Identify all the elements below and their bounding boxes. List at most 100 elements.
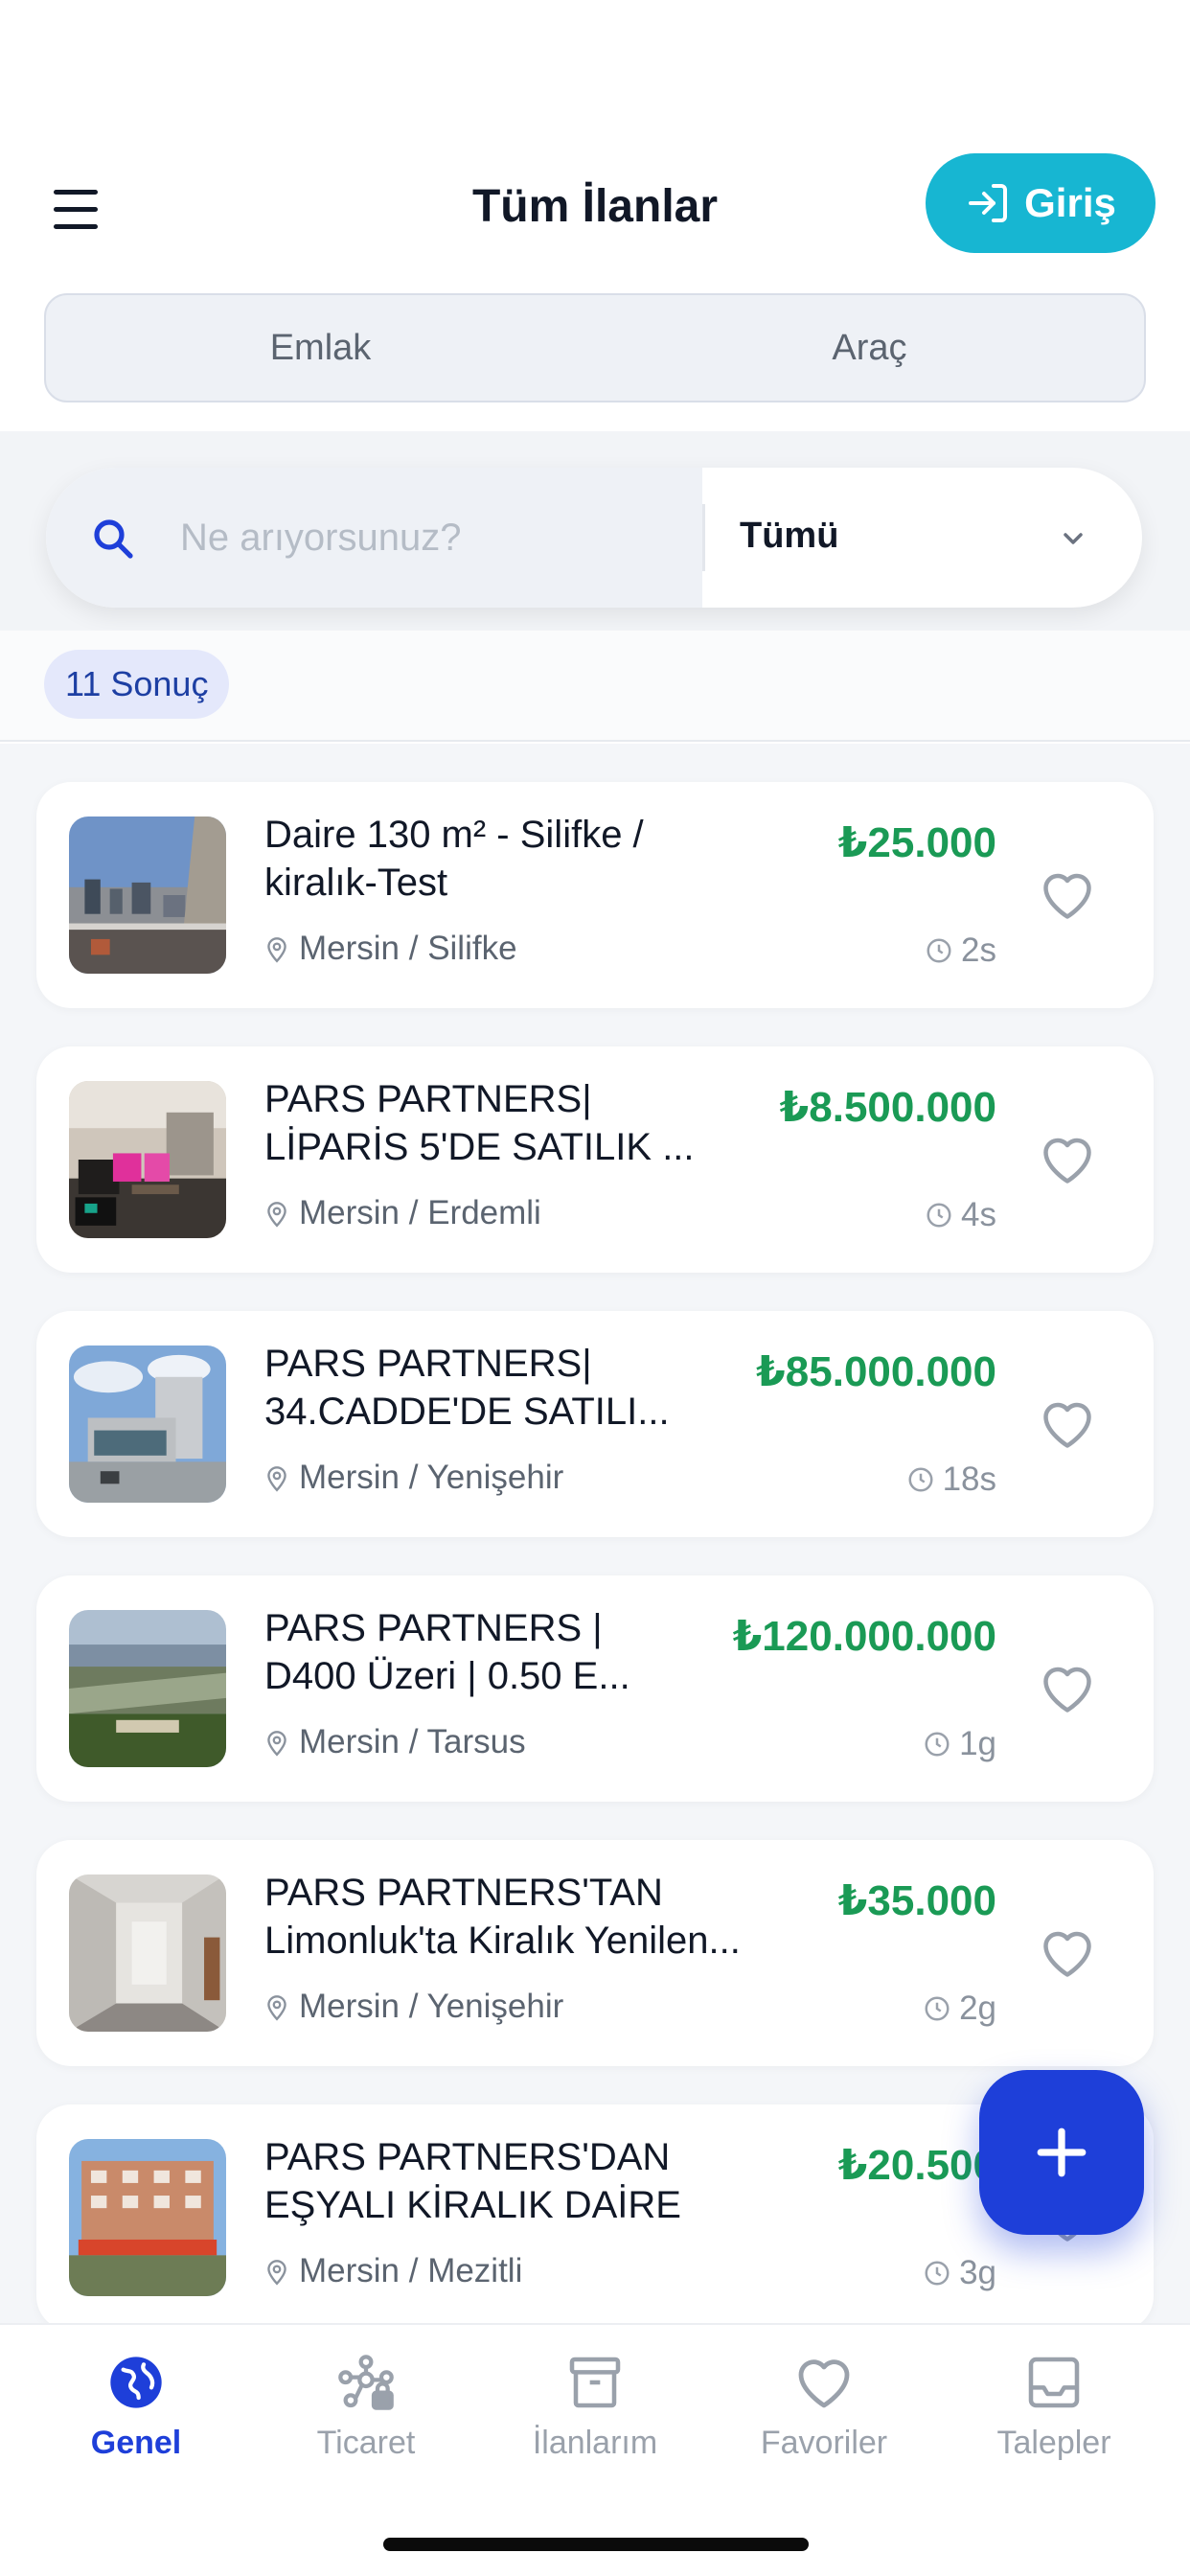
heart-icon[interactable] (1039, 1133, 1096, 1186)
listing-location-text: Mersin / Silifke (299, 930, 517, 967)
listing-card[interactable]: PARS PARTNERS| 34.CADDE'DE SATILI... ₺85… (36, 1311, 1154, 1537)
listing-time-text: 2s (961, 932, 996, 969)
location-pin-icon (267, 937, 286, 963)
listing-title: PARS PARTNERS | D400 Üzeri | 0.50 E... (264, 1604, 744, 1700)
filter-select[interactable]: Tümü (705, 468, 1142, 608)
listing-title: PARS PARTNERS| 34.CADDE'DE SATILI... (264, 1340, 744, 1436)
listing-time: 4s (925, 1196, 996, 1234)
sign-in-icon (969, 184, 1008, 222)
location-pin-icon (267, 1995, 286, 2021)
result-count-badge: 11 Sonuç (44, 650, 230, 719)
listing-location-text: Mersin / Mezitli (299, 2252, 523, 2289)
nav-item-favoriler[interactable]: Favoriler (709, 2352, 939, 2486)
category-switch: Emlak Araç (44, 293, 1146, 402)
listing-photo (69, 1346, 226, 1503)
listing-title: Daire 130 m² - Silifke / kiralık-Test (264, 811, 744, 907)
app-screen: Tüm İlanlar Giriş Emlak Araç Ne arıyorsu… (0, 0, 1190, 2576)
location-pin-icon (267, 2260, 286, 2286)
login-button[interactable]: Giriş (926, 153, 1156, 253)
listing-location: Mersin / Tarsus (264, 1723, 526, 1761)
heart-icon[interactable] (1039, 1662, 1096, 1715)
search-bar: Tümü (46, 468, 1142, 608)
listing-title-line1: PARS PARTNERS | (264, 1607, 603, 1649)
tab-emlak[interactable]: Emlak (46, 295, 595, 401)
listing-title-line1: PARS PARTNERS| (264, 1078, 592, 1120)
listing-photo (69, 1081, 226, 1238)
listing-price: ₺120.000.000 (732, 1613, 996, 1660)
nav-item-genel[interactable]: Genel (21, 2352, 251, 2486)
listing-card[interactable]: PARS PARTNERS'TAN Limonluk'ta Kiralık Ye… (36, 1840, 1154, 2066)
location-pin-icon (267, 1202, 286, 1228)
listing-time-text: 18s (942, 1460, 996, 1498)
listing-photo (69, 816, 226, 974)
listing-time-text: 1g (959, 1725, 996, 1762)
listing-time-text: 4s (961, 1196, 996, 1233)
listing-price: ₺8.500.000 (779, 1084, 996, 1131)
listing-time: 18s (906, 1460, 996, 1499)
listing-title-line2: kiralık-Test (264, 862, 448, 904)
clock-icon (908, 1467, 933, 1492)
listing-location: Mersin / Yenişehir (264, 1988, 563, 2026)
nav-item-ticaret[interactable]: Ticaret (251, 2352, 481, 2486)
location-pin-icon (267, 1731, 286, 1757)
search-icon (94, 519, 133, 559)
archive-box-icon (569, 2357, 621, 2408)
heart-icon[interactable] (1039, 868, 1096, 922)
listing-price: ₺35.000 (837, 1877, 996, 1924)
add-listing-button[interactable] (979, 2070, 1144, 2235)
network-lock-icon (338, 2355, 394, 2410)
clock-icon (927, 1203, 951, 1228)
app-header: Tüm İlanlar Giriş (0, 144, 1190, 268)
listing-price: ₺25.000 (837, 819, 996, 866)
clock-icon (925, 1732, 950, 1757)
listing-photo (69, 2139, 226, 2296)
heart-icon[interactable] (1039, 1926, 1096, 1980)
listing-time: 2g (923, 1990, 996, 2028)
login-label: Giriş (1024, 180, 1116, 225)
listing-location: Mersin / Erdemli (264, 1194, 541, 1232)
nav-label: Talepler (996, 2425, 1111, 2461)
listing-title-line1: PARS PARTNERS'DAN (264, 2136, 671, 2178)
search-input[interactable] (180, 504, 678, 571)
listing-card[interactable]: Daire 130 m² - Silifke / kiralık-Test ₺2… (36, 782, 1154, 1008)
heart-icon (798, 2359, 850, 2408)
results-bar: 11 Sonuç (0, 631, 1190, 742)
listing-price: ₺85.000.000 (756, 1348, 996, 1395)
listing-location: Mersin / Silifke (264, 930, 517, 968)
listing-location-text: Mersin / Erdemli (299, 1194, 541, 1231)
nav-label: Favoriler (760, 2425, 888, 2461)
listing-time-text: 2g (959, 1990, 996, 2027)
listing-title: PARS PARTNERS'DAN EŞYALI KİRALIK DAİRE (264, 2133, 744, 2229)
nav-item-ilanlarim[interactable]: İlanlarım (480, 2352, 710, 2486)
listing-title: PARS PARTNERS'TAN Limonluk'ta Kiralık Ye… (264, 1869, 744, 1965)
listing-photo (69, 1874, 226, 2032)
clock-icon (925, 2261, 950, 2286)
nav-label: Ticaret (316, 2425, 416, 2461)
listing-title: PARS PARTNERS| LİPARİS 5'DE SATILIK ... (264, 1075, 744, 1171)
listing-title-line1: Daire 130 m² - Silifke / (264, 814, 644, 856)
nav-item-talepler[interactable]: Talepler (939, 2352, 1169, 2486)
listing-title-line2: LİPARİS 5'DE SATILIK ... (264, 1126, 695, 1168)
listing-title-line2: 34.CADDE'DE SATILI... (264, 1391, 670, 1433)
listing-location: Mersin / Mezitli (264, 2252, 522, 2290)
listing-title-line1: PARS PARTNERS| (264, 1343, 592, 1385)
listing-card[interactable]: PARS PARTNERS | D400 Üzeri | 0.50 E... ₺… (36, 1576, 1154, 1802)
nav-label: İlanlarım (532, 2425, 658, 2461)
search-field (46, 468, 702, 608)
listing-card[interactable]: PARS PARTNERS| LİPARİS 5'DE SATILIK ... … (36, 1046, 1154, 1273)
location-pin-icon (267, 1466, 286, 1492)
listing-location-text: Mersin / Tarsus (299, 1723, 526, 1760)
listing-title-line2: Limonluk'ta Kiralık Yenilen... (264, 1920, 741, 1962)
listing-time-text: 3g (959, 2254, 996, 2291)
tab-arac[interactable]: Araç (595, 295, 1144, 401)
inbox-tray-icon (1028, 2357, 1080, 2408)
home-indicator (383, 2538, 809, 2551)
listing-location-text: Mersin / Yenişehir (299, 1988, 564, 2025)
nav-label: Genel (90, 2425, 182, 2461)
listing-price: ₺20.500 (837, 2142, 996, 2189)
heart-icon[interactable] (1039, 1397, 1096, 1451)
chevron-down-icon (1064, 533, 1083, 544)
listing-time: 2s (925, 932, 996, 970)
clock-icon (927, 938, 951, 963)
filter-selected-value: Tümü (740, 516, 839, 556)
